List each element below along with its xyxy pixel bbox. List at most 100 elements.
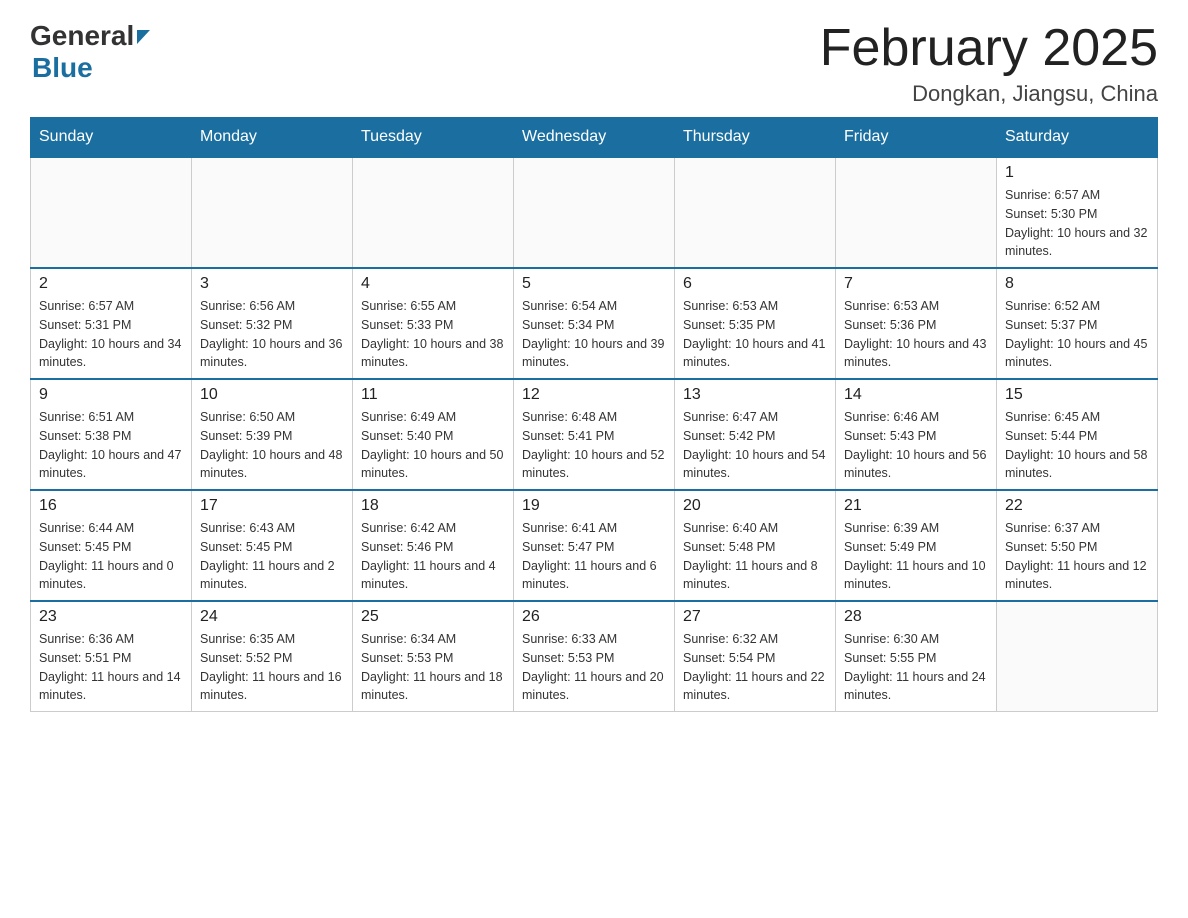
calendar-cell: 3Sunrise: 6:56 AMSunset: 5:32 PMDaylight… xyxy=(192,268,353,379)
calendar-header-wednesday: Wednesday xyxy=(514,118,675,158)
day-number: 8 xyxy=(1005,275,1149,293)
day-number: 10 xyxy=(200,386,344,404)
day-info: Sunrise: 6:37 AMSunset: 5:50 PMDaylight:… xyxy=(1005,519,1149,594)
day-number: 19 xyxy=(522,497,666,515)
day-info: Sunrise: 6:53 AMSunset: 5:36 PMDaylight:… xyxy=(844,297,988,372)
day-number: 20 xyxy=(683,497,827,515)
calendar-cell: 22 Sunrise: 6:37 AMSunset: 5:50 PMDayligh… xyxy=(997,490,1158,601)
calendar-cell xyxy=(192,157,353,268)
day-info: Sunrise: 6:57 AMSunset: 5:31 PMDaylight:… xyxy=(39,297,183,372)
calendar-cell: 11 Sunrise: 6:49 AMSunset: 5:40 PMDayligh… xyxy=(353,379,514,490)
day-info: Sunrise: 6:47 AMSunset: 5:42 PMDaylight:… xyxy=(683,408,827,483)
calendar-cell xyxy=(836,157,997,268)
calendar-header-friday: Friday xyxy=(836,118,997,158)
day-number: 5 xyxy=(522,275,666,293)
calendar-cell xyxy=(353,157,514,268)
calendar-cell: 17 Sunrise: 6:43 AMSunset: 5:45 PMDayligh… xyxy=(192,490,353,601)
day-info: Sunrise: 6:39 AMSunset: 5:49 PMDaylight:… xyxy=(844,519,988,594)
calendar-week-row: 16 Sunrise: 6:44 AMSunset: 5:45 PMDayligh… xyxy=(31,490,1158,601)
calendar-header-thursday: Thursday xyxy=(675,118,836,158)
calendar-table: SundayMondayTuesdayWednesdayThursdayFrid… xyxy=(30,117,1158,712)
day-number: 6 xyxy=(683,275,827,293)
day-info: Sunrise: 6:32 AMSunset: 5:54 PMDaylight:… xyxy=(683,630,827,705)
day-info: Sunrise: 6:41 AMSunset: 5:47 PMDaylight:… xyxy=(522,519,666,594)
calendar-cell: 15 Sunrise: 6:45 AMSunset: 5:44 PMDayligh… xyxy=(997,379,1158,490)
day-number: 12 xyxy=(522,386,666,404)
calendar-cell: 13 Sunrise: 6:47 AMSunset: 5:42 PMDayligh… xyxy=(675,379,836,490)
day-number: 22 xyxy=(1005,497,1149,515)
day-info: Sunrise: 6:34 AMSunset: 5:53 PMDaylight:… xyxy=(361,630,505,705)
calendar-cell: 2 Sunrise: 6:57 AMSunset: 5:31 PMDaylight… xyxy=(31,268,192,379)
calendar-cell: 6 Sunrise: 6:53 AMSunset: 5:35 PMDaylight… xyxy=(675,268,836,379)
day-info: Sunrise: 6:35 AMSunset: 5:52 PMDaylight:… xyxy=(200,630,344,705)
calendar-week-row: 23 Sunrise: 6:36 AMSunset: 5:51 PMDayligh… xyxy=(31,601,1158,712)
logo-bottom-row: Blue xyxy=(30,52,150,84)
day-number: 23 xyxy=(39,608,183,626)
day-number: 15 xyxy=(1005,386,1149,404)
calendar-cell xyxy=(997,601,1158,712)
calendar-header-saturday: Saturday xyxy=(997,118,1158,158)
day-info: Sunrise: 6:50 AMSunset: 5:39 PMDaylight:… xyxy=(200,408,344,483)
calendar-cell: 26 Sunrise: 6:33 AMSunset: 5:53 PMDayligh… xyxy=(514,601,675,712)
calendar-cell: 16 Sunrise: 6:44 AMSunset: 5:45 PMDayligh… xyxy=(31,490,192,601)
day-number: 16 xyxy=(39,497,183,515)
calendar-cell: 12Sunrise: 6:48 AMSunset: 5:41 PMDayligh… xyxy=(514,379,675,490)
day-number: 2 xyxy=(39,275,183,293)
calendar-cell: 23 Sunrise: 6:36 AMSunset: 5:51 PMDayligh… xyxy=(31,601,192,712)
day-number: 13 xyxy=(683,386,827,404)
calendar-cell: 14 Sunrise: 6:46 AMSunset: 5:43 PMDayligh… xyxy=(836,379,997,490)
calendar-cell: 9 Sunrise: 6:51 AMSunset: 5:38 PMDaylight… xyxy=(31,379,192,490)
calendar-cell: 1 Sunrise: 6:57 AMSunset: 5:30 PMDaylight… xyxy=(997,157,1158,268)
day-info: Sunrise: 6:44 AMSunset: 5:45 PMDaylight:… xyxy=(39,519,183,594)
calendar-header-sunday: Sunday xyxy=(31,118,192,158)
day-number: 26 xyxy=(522,608,666,626)
calendar-cell: 8Sunrise: 6:52 AMSunset: 5:37 PMDaylight… xyxy=(997,268,1158,379)
calendar-cell xyxy=(514,157,675,268)
logo-blue-text: Blue xyxy=(32,52,93,84)
calendar-cell: 27 Sunrise: 6:32 AMSunset: 5:54 PMDayligh… xyxy=(675,601,836,712)
day-number: 7 xyxy=(844,275,988,293)
calendar-cell: 5 Sunrise: 6:54 AMSunset: 5:34 PMDaylight… xyxy=(514,268,675,379)
month-title: February 2025 xyxy=(820,20,1158,77)
calendar-header-row: SundayMondayTuesdayWednesdayThursdayFrid… xyxy=(31,118,1158,158)
day-info: Sunrise: 6:40 AMSunset: 5:48 PMDaylight:… xyxy=(683,519,827,594)
day-info: Sunrise: 6:42 AMSunset: 5:46 PMDaylight:… xyxy=(361,519,505,594)
logo-top-row: General xyxy=(30,20,150,52)
day-info: Sunrise: 6:45 AMSunset: 5:44 PMDaylight:… xyxy=(1005,408,1149,483)
calendar-header-monday: Monday xyxy=(192,118,353,158)
day-info: Sunrise: 6:55 AMSunset: 5:33 PMDaylight:… xyxy=(361,297,505,372)
logo-general-text: General xyxy=(30,20,134,52)
day-info: Sunrise: 6:33 AMSunset: 5:53 PMDaylight:… xyxy=(522,630,666,705)
day-number: 21 xyxy=(844,497,988,515)
logo: General Blue xyxy=(30,20,150,84)
day-info: Sunrise: 6:53 AMSunset: 5:35 PMDaylight:… xyxy=(683,297,827,372)
day-info: Sunrise: 6:43 AMSunset: 5:45 PMDaylight:… xyxy=(200,519,344,594)
day-number: 28 xyxy=(844,608,988,626)
calendar-week-row: 9 Sunrise: 6:51 AMSunset: 5:38 PMDaylight… xyxy=(31,379,1158,490)
calendar-cell: 18Sunrise: 6:42 AMSunset: 5:46 PMDayligh… xyxy=(353,490,514,601)
calendar-week-row: 1 Sunrise: 6:57 AMSunset: 5:30 PMDaylight… xyxy=(31,157,1158,268)
day-number: 1 xyxy=(1005,164,1149,182)
day-info: Sunrise: 6:51 AMSunset: 5:38 PMDaylight:… xyxy=(39,408,183,483)
day-number: 17 xyxy=(200,497,344,515)
day-number: 11 xyxy=(361,386,505,404)
day-info: Sunrise: 6:54 AMSunset: 5:34 PMDaylight:… xyxy=(522,297,666,372)
location-title: Dongkan, Jiangsu, China xyxy=(820,81,1158,107)
day-info: Sunrise: 6:46 AMSunset: 5:43 PMDaylight:… xyxy=(844,408,988,483)
calendar-header-tuesday: Tuesday xyxy=(353,118,514,158)
day-info: Sunrise: 6:36 AMSunset: 5:51 PMDaylight:… xyxy=(39,630,183,705)
calendar-cell: 10 Sunrise: 6:50 AMSunset: 5:39 PMDayligh… xyxy=(192,379,353,490)
day-number: 25 xyxy=(361,608,505,626)
day-number: 27 xyxy=(683,608,827,626)
day-number: 4 xyxy=(361,275,505,293)
day-number: 14 xyxy=(844,386,988,404)
day-info: Sunrise: 6:57 AMSunset: 5:30 PMDaylight:… xyxy=(1005,186,1149,261)
day-number: 9 xyxy=(39,386,183,404)
day-number: 3 xyxy=(200,275,344,293)
calendar-cell: 25 Sunrise: 6:34 AMSunset: 5:53 PMDayligh… xyxy=(353,601,514,712)
day-info: Sunrise: 6:49 AMSunset: 5:40 PMDaylight:… xyxy=(361,408,505,483)
title-area: February 2025 Dongkan, Jiangsu, China xyxy=(820,20,1158,107)
day-info: Sunrise: 6:30 AMSunset: 5:55 PMDaylight:… xyxy=(844,630,988,705)
calendar-cell: 7 Sunrise: 6:53 AMSunset: 5:36 PMDaylight… xyxy=(836,268,997,379)
calendar-cell: 20 Sunrise: 6:40 AMSunset: 5:48 PMDayligh… xyxy=(675,490,836,601)
